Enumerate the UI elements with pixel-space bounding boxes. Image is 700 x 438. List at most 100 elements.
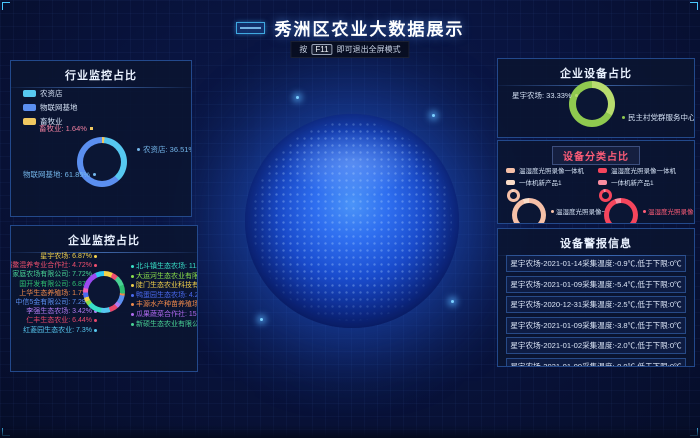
legend-item: 温湿度光照录像一体机 — [598, 165, 692, 175]
page-title: 秀洲区农业大数据展示 — [275, 15, 465, 40]
legend-swatch — [23, 118, 36, 125]
enterprise-label: 北斗镇生态农场: 11.36% — [131, 263, 198, 270]
callout-marker — [94, 255, 97, 258]
legend-item: 农资店 — [23, 88, 78, 99]
legend-item: 一体机新产品1 — [598, 177, 692, 187]
enterprise-label-text: 大运河生态农业有限责任公 — [136, 273, 198, 280]
alarm-row: 星宇农场-2021-01-09采集温度:-5.4℃,低于下限:0℃ — [506, 276, 686, 293]
enterprise-label-text: 北斗镇生态农场: 11.36% — [136, 263, 198, 270]
legend-swatch — [506, 180, 515, 185]
enterprise-label: 瓜果蔬菜合作社: 15.02% — [131, 311, 198, 318]
corner-accent — [2, 2, 10, 10]
tip-suffix: 即可退出全屏模式 — [337, 44, 401, 55]
corner-accent — [687, 359, 695, 367]
alarm-row: 星宇农场-2021-01-09采集温度:-3.8℃,低于下限:0℃ — [506, 317, 686, 334]
callout-text: 物联网基地: 61.85% — [23, 169, 90, 180]
panel-title: 企业设备占比 — [498, 65, 694, 81]
corner-accent — [497, 140, 505, 148]
enterprise-label-text: 丰源水产种苗养殖场: 1. — [136, 301, 198, 308]
panel-device-alarms: 设备警报信息 星宇农场-2021-01-14采集温度:-0.9℃,低于下限:0℃… — [497, 228, 695, 367]
enterprise-label-text: 瓜果蔬菜合作社: 15.02% — [136, 311, 198, 318]
category-legend: 温湿度光照录像一体机 一体机新产品1 — [506, 165, 600, 187]
fullscreen-tip: 按 F11 即可退出全屏模式 — [290, 41, 409, 58]
enterprise-label: 红菱园生态农业: 7.3% — [23, 327, 97, 334]
footer-strip — [0, 425, 700, 438]
devices-donut-chart — [569, 81, 615, 127]
category-chart-left: 温湿度光照录像一 — [506, 189, 600, 224]
enterprise-label: 李强生态农场: 3.42% — [26, 308, 97, 315]
globe-visualization — [245, 114, 459, 328]
enterprise-label-text: 红菱园生态农业: 7.3% — [23, 327, 92, 334]
enterprise-label: 稻鳖混养专业合作社: 4.72% — [10, 262, 97, 269]
category-legend: 温湿度光照录像一体机 一体机新产品1 — [598, 165, 692, 187]
callout-marker — [90, 127, 93, 130]
enterprise-label-text: 中信5金有限公司: 7.29% — [15, 299, 92, 306]
category-group-right: 温湿度光照录像一体机 一体机新产品1 温湿度光照录像一 — [598, 165, 692, 224]
dashboard-stage: 秀洲区农业大数据展示 按 F11 即可退出全屏模式 行业监控占比 农资店 物联网… — [0, 0, 700, 438]
panel-enterprise-monitoring: 企业监控占比 星宇农场: 6.87% 稻鳖混养专业合作社: 4.72% 家庭农场… — [10, 225, 198, 372]
category-group-left: 温湿度光照录像一体机 一体机新产品1 温湿度光照录像一 — [506, 165, 600, 224]
tip-prefix: 按 — [299, 44, 307, 55]
callout-marker — [131, 284, 134, 287]
alarm-row: 星宇农场-2021-01-09采集温度:-0.9℃,低于下限:0℃ — [506, 358, 686, 368]
legend-swatch — [23, 104, 36, 111]
corner-accent — [687, 140, 695, 148]
legend-label: 一体机新产品1 — [611, 177, 654, 187]
legend-swatch — [598, 168, 607, 173]
enterprise-label: 大运河生态农业有限责任公 — [131, 273, 198, 280]
callout-marker — [94, 264, 97, 267]
legend-label: 温湿度光照录像一体机 — [519, 165, 584, 175]
f11-keycap: F11 — [311, 44, 332, 55]
callout-marker — [137, 148, 140, 151]
legend-swatch — [23, 90, 36, 97]
callout-text: 畜牧业: 1.64% — [39, 123, 87, 134]
callout-livestock: 畜牧业: 1.64% — [39, 123, 93, 134]
glow-dot — [451, 300, 454, 303]
corner-accent — [184, 209, 192, 217]
enterprise-label-text: 仁丰生态农业: 6.44% — [26, 317, 92, 324]
panel-device-category: 设备分类占比 温湿度光照录像一体机 一体机新产品1 温湿度光照录像一 — [497, 140, 695, 224]
glow-dot — [296, 96, 299, 99]
legend-swatch — [598, 180, 607, 185]
logo-badge — [236, 22, 265, 34]
enterprise-label-text: 国开发有限公司: 6.87% — [19, 281, 92, 288]
category-donut-chart — [604, 198, 638, 224]
header: 秀洲区农业大数据展示 — [0, 15, 700, 40]
legend-item: 温湿度光照录像一体机 — [506, 165, 600, 175]
corner-accent — [10, 364, 18, 372]
callout-marker — [131, 275, 134, 278]
enterprise-label-text: 星宇农场: 6.87% — [40, 253, 92, 260]
callout-marker — [131, 323, 134, 326]
enterprise-label-text: 家庭农场有限公司: 7.72% — [12, 271, 92, 278]
enterprise-label: 新硕生态农业有限公司: 6.87 — [131, 321, 198, 328]
callout-marker — [94, 329, 97, 332]
corner-accent — [497, 216, 505, 224]
industry-legend: 农资店 物联网基地 畜牧业 — [23, 88, 78, 127]
callout-marker — [551, 210, 554, 213]
alarm-row: 星宇农场-2021-01-02采集温度:-2.0℃,低于下限:0℃ — [506, 337, 686, 354]
category-chart-right: 温湿度光照录像一 — [598, 189, 692, 224]
mini-donut — [507, 189, 520, 202]
callout-text: 民主村党群服务中心: — [628, 112, 695, 123]
callout-marker — [131, 294, 134, 297]
callout-agri-store: 农资店: 36.51% — [137, 144, 192, 155]
enterprise-label-text: 稻鳖混养专业合作社: 4.72% — [10, 262, 92, 269]
enterprise-label-text: 新硕生态农业有限公司: 6.87 — [136, 321, 198, 328]
enterprise-label: 星宇农场: 6.87% — [40, 253, 97, 260]
callout-text: 星宇农场: 33.33% — [512, 90, 572, 101]
enterprise-donut-chart — [83, 271, 125, 313]
panel-title: 行业监控占比 — [11, 67, 191, 83]
enterprise-label-text: 陡门生态农业科技有限公 — [136, 282, 198, 289]
legend-label: 一体机新产品1 — [519, 177, 562, 187]
callout-marker — [622, 116, 625, 119]
callout-marker — [131, 303, 134, 306]
callout-iot-base: 物联网基地: 61.85% — [23, 169, 96, 180]
legend-swatch — [506, 168, 515, 173]
alarm-row: 星宇农场-2021-01-14采集温度:-0.9℃,低于下限:0℃ — [506, 255, 686, 272]
category-callout: 温湿度光照录像一 — [643, 206, 695, 216]
enterprise-label-text: 李强生态农场: 3.42% — [26, 308, 92, 315]
corner-accent — [687, 130, 695, 138]
panel-industry-monitoring: 行业监控占比 农资店 物联网基地 畜牧业 畜牧业: 1.64% 农资店: 36.… — [10, 60, 192, 217]
enterprise-label-text: 上华生态养殖场: 1.72% — [19, 290, 92, 297]
category-donut-chart — [512, 198, 546, 224]
